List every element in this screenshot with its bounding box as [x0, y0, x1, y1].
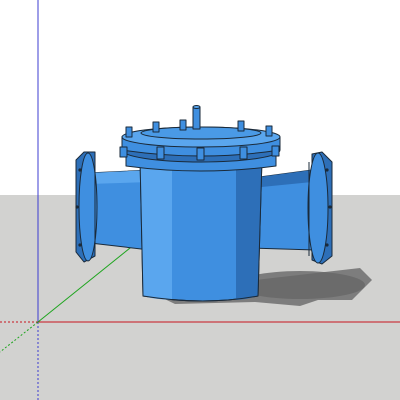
right-flange: [307, 151, 333, 265]
left-flange: [75, 151, 98, 263]
vent-plug: [192, 105, 201, 130]
3d-viewport[interactable]: [0, 0, 400, 400]
scene-canvas[interactable]: [0, 0, 400, 400]
